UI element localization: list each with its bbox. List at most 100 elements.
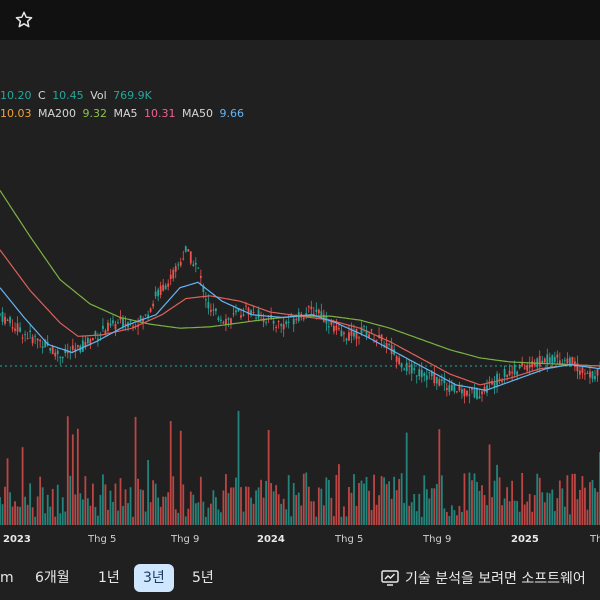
volume-bar — [9, 492, 11, 525]
candle-body — [403, 368, 406, 370]
candle-body — [184, 246, 187, 252]
candle-body — [538, 356, 541, 367]
legend-ma50-value: 9.66 — [219, 107, 245, 120]
volume-bar — [433, 488, 436, 525]
volume-bar — [508, 501, 511, 525]
candle-body — [511, 371, 514, 373]
candle-body — [204, 299, 207, 301]
volume-bar — [11, 506, 14, 525]
candle-body — [197, 267, 200, 269]
candle-body — [423, 373, 426, 376]
candle-body — [177, 264, 180, 266]
volume-bar — [335, 474, 338, 525]
volume-bar — [61, 497, 64, 525]
top-bar — [0, 0, 600, 40]
volume-bar — [370, 510, 373, 525]
candle-body — [518, 365, 521, 369]
volume-bar — [450, 505, 453, 525]
candle-body — [114, 324, 117, 330]
volume-bar — [167, 492, 170, 525]
candle-body — [255, 317, 257, 319]
candle-body — [182, 258, 185, 260]
volume-bar — [543, 502, 546, 525]
volume-bar — [117, 510, 119, 525]
timeframe-5y[interactable]: 5년 — [183, 564, 223, 592]
candle-body — [292, 318, 295, 325]
volume-bar — [491, 497, 493, 525]
candle-body — [571, 357, 574, 365]
candle-body — [109, 323, 112, 326]
candle-body — [139, 315, 142, 320]
candle-body — [31, 336, 34, 344]
timeframe-1y[interactable]: 1년 — [89, 564, 129, 592]
candle-body — [498, 378, 501, 380]
candle-body — [566, 358, 569, 364]
candle-body — [450, 384, 453, 391]
candle-body — [4, 316, 6, 324]
timeframe-partial[interactable]: m — [0, 564, 23, 592]
timeframe-3y[interactable]: 3년 — [134, 564, 174, 592]
candle-body — [232, 313, 235, 315]
volume-bar — [556, 498, 559, 525]
candle-body — [501, 380, 503, 382]
volume-bar — [383, 477, 386, 525]
volume-bar — [586, 509, 589, 525]
volume-bar — [338, 464, 340, 525]
candle-body — [428, 372, 431, 374]
favorite-button[interactable] — [10, 6, 38, 34]
candle-body — [187, 249, 190, 252]
candle-body — [295, 319, 298, 321]
candle-body — [29, 330, 32, 333]
volume-bar — [373, 474, 375, 525]
volume-bar — [566, 475, 569, 525]
candle-body — [285, 321, 288, 324]
candle-body — [506, 375, 509, 377]
volume-bar — [137, 478, 139, 525]
volume-bar — [440, 475, 443, 525]
candle-body — [41, 346, 44, 348]
volume-bar — [305, 472, 308, 525]
candle-body — [242, 314, 245, 316]
volume-bar — [579, 489, 581, 525]
candle-body — [16, 323, 19, 332]
candle-body — [435, 376, 438, 384]
technical-analysis-link[interactable]: 기술 분석을 보려면 소프트웨어 — [381, 568, 586, 588]
candle-body — [463, 388, 466, 397]
volume-bar — [280, 503, 283, 525]
candle-body — [24, 334, 27, 336]
volume-bar — [400, 473, 403, 525]
candle-body — [61, 356, 64, 359]
volume-bar — [295, 495, 298, 525]
candle-body — [408, 365, 411, 367]
volume-bar — [245, 486, 247, 525]
volume-bar — [112, 501, 114, 525]
volume-bar — [204, 516, 207, 525]
candle-body — [461, 389, 463, 394]
volume-bar — [49, 506, 52, 525]
candle-body — [335, 325, 338, 331]
volume-bar — [109, 490, 112, 525]
volume-bar — [212, 490, 215, 525]
volume-bar — [380, 476, 383, 525]
volume-bar — [353, 474, 355, 525]
volume-bar — [345, 516, 348, 525]
x-label-may-2024: Thg 5 — [334, 534, 363, 545]
candle-body — [209, 309, 212, 312]
legend-ma5-value: 10.31 — [144, 107, 176, 120]
volume-bar — [240, 487, 242, 525]
volume-bar — [476, 481, 478, 525]
volume-bar — [300, 505, 303, 525]
volume-bar — [154, 483, 157, 525]
volume-bar — [69, 475, 72, 525]
volume-bar — [322, 505, 325, 525]
candle-body — [413, 368, 416, 371]
timeframe-6m[interactable]: 6개월 — [26, 564, 79, 592]
candle-body — [159, 285, 162, 295]
volume-bar — [573, 473, 576, 525]
candle-body — [129, 320, 132, 322]
legend-label-ma200: MA200 — [38, 107, 77, 120]
candle-body — [207, 302, 210, 309]
x-label-sep-2024: Thg 9 — [422, 534, 451, 545]
candle-body — [327, 326, 330, 328]
volume-bar — [29, 483, 32, 525]
